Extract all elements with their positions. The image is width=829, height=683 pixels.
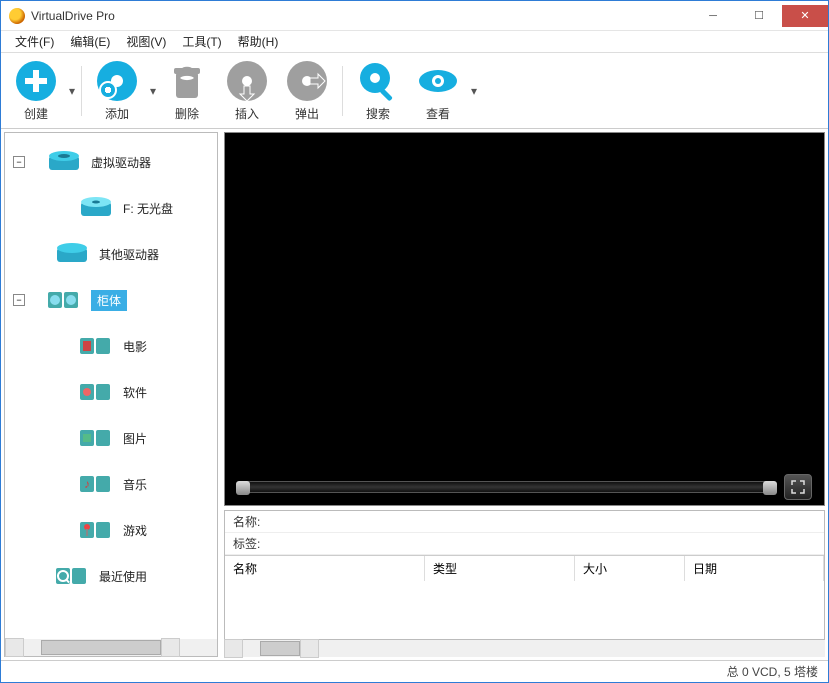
- tree-recent[interactable]: 最近使用: [5, 553, 217, 599]
- create-button[interactable]: 创建: [7, 60, 65, 122]
- menu-file[interactable]: 文件(F): [7, 31, 62, 52]
- tree-virtual-drives-label: 虚拟驱动器: [91, 154, 151, 171]
- search-button[interactable]: 搜索: [349, 60, 407, 122]
- details-panel: 名称: 标签: 名称 类型 大小 日期: [224, 510, 825, 640]
- search-disc-icon: [357, 60, 399, 102]
- plus-circle-icon: [15, 60, 57, 102]
- detail-tag-label: 标签:: [233, 537, 260, 551]
- separator: [81, 66, 82, 116]
- menu-edit[interactable]: 编辑(E): [62, 31, 118, 52]
- tree-pictures[interactable]: 图片: [5, 415, 217, 461]
- detail-body: [225, 581, 824, 639]
- col-date[interactable]: 日期: [685, 556, 824, 581]
- collapse-icon[interactable]: −: [13, 294, 25, 306]
- tree-f-drive[interactable]: F: 无光盘: [5, 185, 217, 231]
- add-dropdown[interactable]: ▾: [146, 84, 156, 98]
- collapse-icon[interactable]: −: [13, 156, 25, 168]
- recent-icon: [55, 562, 89, 590]
- drive-icon: [79, 194, 113, 222]
- right-scrollbar-horizontal[interactable]: [224, 640, 825, 657]
- preview-slider[interactable]: [237, 481, 776, 493]
- tree-other-drives[interactable]: 其他驱动器: [5, 231, 217, 277]
- search-label: 搜索: [366, 105, 390, 122]
- add-label: 添加: [105, 105, 129, 122]
- toolbar: 创建 ▾ 添加 ▾ 删除 插入 弹出 搜索: [1, 53, 828, 129]
- tree-software[interactable]: 软件: [5, 369, 217, 415]
- main-area: − 虚拟驱动器 F: 无光盘 其: [1, 129, 828, 660]
- app-logo-icon: [9, 8, 25, 24]
- folder-music-icon: ♪: [79, 470, 113, 498]
- col-size[interactable]: 大小: [575, 556, 685, 581]
- folder-software-icon: [79, 378, 113, 406]
- eject-button[interactable]: 弹出: [278, 60, 336, 122]
- tree-games[interactable]: 游戏: [5, 507, 217, 553]
- folder-movies-icon: [79, 332, 113, 360]
- trash-icon: [166, 60, 208, 102]
- folder-games-icon: [79, 516, 113, 544]
- tree-movies[interactable]: 电影: [5, 323, 217, 369]
- eject-label: 弹出: [295, 105, 319, 122]
- look-dropdown[interactable]: ▾: [467, 84, 477, 98]
- preview-controls: [225, 477, 824, 497]
- maximize-button[interactable]: ☐: [736, 5, 782, 27]
- tree-virtual-drives[interactable]: − 虚拟驱动器: [5, 139, 217, 185]
- menu-view[interactable]: 视图(V): [118, 31, 174, 52]
- col-name[interactable]: 名称: [225, 556, 425, 581]
- delete-button[interactable]: 删除: [158, 60, 216, 122]
- eye-icon: [417, 60, 459, 102]
- tree-movies-label: 电影: [123, 338, 147, 355]
- tree-cabinet[interactable]: − 柜体: [5, 277, 217, 323]
- menu-tools[interactable]: 工具(T): [174, 31, 229, 52]
- tree-pictures-label: 图片: [123, 430, 147, 447]
- insert-button[interactable]: 插入: [218, 60, 276, 122]
- separator: [342, 66, 343, 116]
- detail-column-headers: 名称 类型 大小 日期: [225, 555, 824, 581]
- drive-group-icon: [47, 148, 81, 176]
- minimize-button[interactable]: ─: [690, 5, 736, 27]
- tree-cabinet-label: 柜体: [91, 290, 127, 311]
- eject-disc-icon: [286, 60, 328, 102]
- menu-help[interactable]: 帮助(H): [230, 31, 287, 52]
- tree-pane: − 虚拟驱动器 F: 无光盘 其: [4, 132, 218, 657]
- statusbar: 总 0 VCD, 5 塔楼: [1, 660, 828, 682]
- tree-games-label: 游戏: [123, 522, 147, 539]
- tree-other-drives-label: 其他驱动器: [99, 246, 159, 263]
- window-title: VirtualDrive Pro: [31, 9, 115, 23]
- tree-recent-label: 最近使用: [99, 568, 147, 585]
- detail-name-label: 名称:: [233, 515, 260, 529]
- insert-label: 插入: [235, 105, 259, 122]
- close-button[interactable]: ✕: [782, 5, 828, 27]
- drive-icon: [55, 240, 89, 268]
- svg-text:♪: ♪: [84, 477, 90, 491]
- detail-name-row: 名称:: [225, 511, 824, 533]
- add-disc-icon: [96, 60, 138, 102]
- col-type[interactable]: 类型: [425, 556, 575, 581]
- preview-area: [224, 132, 825, 506]
- expand-icon: [791, 480, 805, 494]
- tree-music-label: 音乐: [123, 476, 147, 493]
- cabinet-icon: [47, 286, 81, 314]
- menubar: 文件(F) 编辑(E) 视图(V) 工具(T) 帮助(H): [1, 31, 828, 53]
- fullscreen-button[interactable]: [784, 474, 812, 500]
- delete-label: 删除: [175, 105, 199, 122]
- create-dropdown[interactable]: ▾: [65, 84, 75, 98]
- tree-software-label: 软件: [123, 384, 147, 401]
- titlebar: VirtualDrive Pro ─ ☐ ✕: [1, 1, 828, 31]
- tree-music[interactable]: ♪ 音乐: [5, 461, 217, 507]
- folder-pictures-icon: [79, 424, 113, 452]
- insert-disc-icon: [226, 60, 268, 102]
- add-button[interactable]: 添加: [88, 60, 146, 122]
- detail-tag-row: 标签:: [225, 533, 824, 555]
- tree-scrollbar-horizontal[interactable]: [5, 639, 217, 656]
- create-label: 创建: [24, 105, 48, 122]
- look-label: 查看: [426, 105, 450, 122]
- status-text: 总 0 VCD, 5 塔楼: [727, 663, 818, 680]
- look-button[interactable]: 查看: [409, 60, 467, 122]
- right-pane: 名称: 标签: 名称 类型 大小 日期: [224, 132, 825, 657]
- tree-f-drive-label: F: 无光盘: [123, 200, 173, 217]
